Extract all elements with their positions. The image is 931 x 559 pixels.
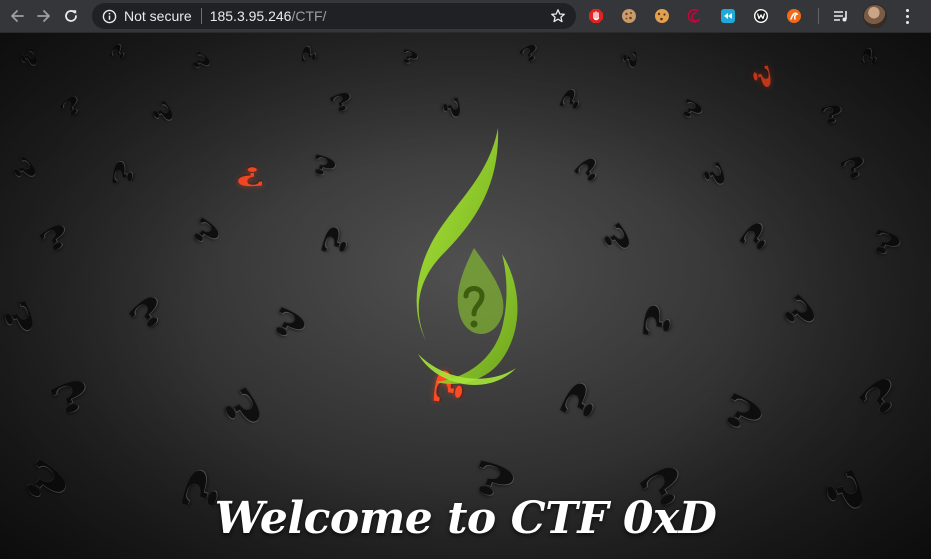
back-button[interactable] <box>6 5 28 27</box>
forward-button[interactable] <box>33 5 55 27</box>
cookie-editor-icon <box>654 9 669 23</box>
adblock-icon <box>588 9 603 23</box>
screen-capture-extension[interactable] <box>719 8 736 25</box>
debian-extension[interactable] <box>686 8 703 25</box>
star-icon <box>551 9 565 23</box>
browser-toolbar: Not secure 185.3.95.246/CTF/ <box>0 0 931 33</box>
page-content: ? ? ? ? ? ? ? ? ? ? ? ? ? ? ? ? ? ? ? ? … <box>0 33 931 559</box>
address-bar[interactable]: Not secure 185.3.95.246/CTF/ <box>92 3 576 29</box>
adblock-extension[interactable] <box>587 8 604 25</box>
burp-proxy-extension[interactable] <box>785 8 802 25</box>
ctf-logo <box>416 128 518 385</box>
media-control-button[interactable] <box>832 8 849 25</box>
extensions-area <box>587 8 856 25</box>
cookie-icon <box>621 9 636 23</box>
security-label: Not secure <box>124 8 192 24</box>
reload-icon <box>65 10 77 22</box>
cookie-extension[interactable] <box>620 8 637 25</box>
toolbar-divider <box>818 8 819 24</box>
arrow-left-icon <box>11 10 24 22</box>
info-icon <box>102 9 117 23</box>
cookie-editor-extension[interactable] <box>653 8 670 25</box>
address-separator <box>200 8 202 24</box>
browser-window: Not secure 185.3.95.246/CTF/ ? ? ? ? ? ?… <box>0 0 931 559</box>
more-vertical-icon <box>905 8 909 12</box>
red-question-mark: ? <box>746 62 776 92</box>
welcome-heading: Welcome to CTF 0xD <box>214 493 717 544</box>
url-path: /CTF/ <box>291 8 327 24</box>
browser-menu-button[interactable] <box>900 8 914 24</box>
red-question-mark: ? <box>236 161 266 192</box>
wappalyzer-extension[interactable] <box>752 8 769 25</box>
security-indicator[interactable]: Not secure <box>102 8 192 24</box>
media-control-icon <box>833 11 847 22</box>
bookmark-button[interactable] <box>549 7 567 25</box>
arrow-right-icon <box>37 10 50 22</box>
url-host: 185.3.95.246 <box>209 8 292 24</box>
reload-button[interactable] <box>60 5 82 27</box>
profile-avatar[interactable] <box>863 4 887 28</box>
burp-proxy-icon <box>786 9 801 23</box>
debian-icon <box>687 9 700 23</box>
url-text[interactable]: 185.3.95.246/CTF/ <box>210 8 327 24</box>
screen-capture-icon <box>720 9 735 23</box>
wappalyzer-icon <box>753 9 768 23</box>
